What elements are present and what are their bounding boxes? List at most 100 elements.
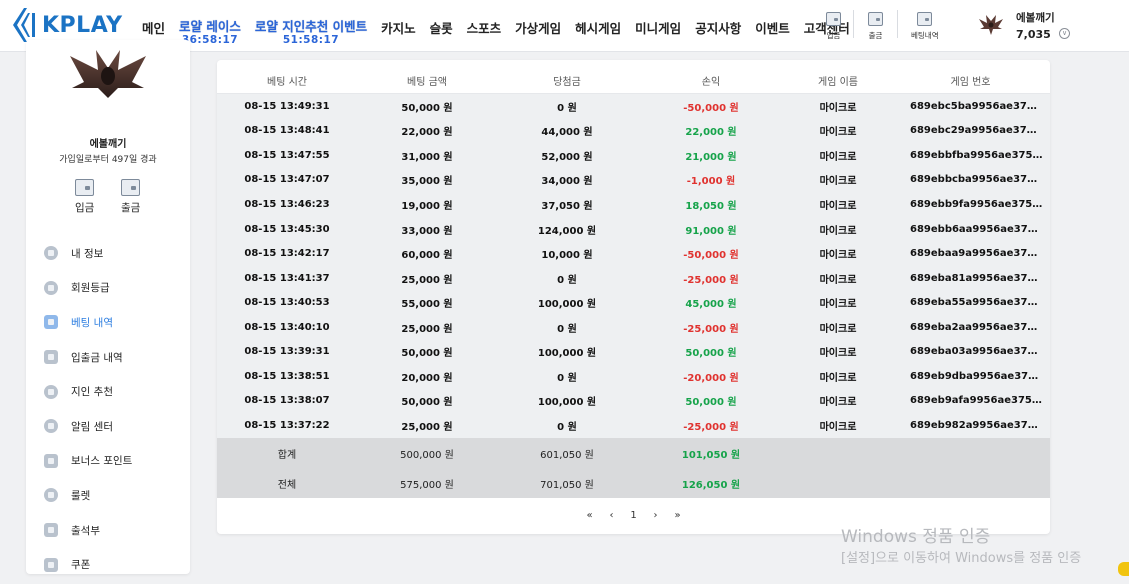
profit-loss-cell: 22,000 원 [685,127,737,139]
table-row[interactable]: 08-15 13:46:23 19,000 원 37,050 원 18,050 원 마이… [217,192,1050,217]
sidebar-menu-item[interactable]: 입출금 내역 [44,340,132,375]
table-row[interactable]: 08-15 13:45:30 33,000 원 124,000 원 91,000 원 마… [217,217,1050,242]
profit-loss-cell: 45,000 원 [685,299,737,311]
referral-icon [44,384,58,399]
sidebar-membership-days: 가입일로부터 497일 경과 [59,155,157,165]
column-header-winnings: 당첨금 [553,77,581,88]
nav-item[interactable]: 이벤트 [748,0,797,52]
nav-item[interactable]: 가상게임 [508,0,568,52]
chevron-down-icon[interactable]: ∨ [1059,28,1070,39]
nav-item[interactable]: 헤시게임 [568,0,628,52]
betting-history-icon [44,315,58,330]
nav-item[interactable]: 스포츠 [460,0,509,52]
game-id-cell: 689eba81a9956ae37… [910,272,1038,284]
sidebar-menu-label: 쿠폰 [71,559,91,572]
winnings-cell: 0 원 [557,421,577,433]
roulette-icon [44,488,58,503]
sidebar-menu-item[interactable]: 보너스 포인트 [44,444,132,479]
nav-item-label: 헤시게임 [575,21,622,36]
next-page-button[interactable]: › [645,510,667,521]
nav-item-label: 로얄 레이스 [179,19,241,34]
header-deposit-button[interactable]: 입금 [826,12,841,41]
sidebar-deposit-button[interactable]: 입금 [75,179,94,215]
game-name-cell: 마이크로 [819,274,857,286]
table-row[interactable]: 08-15 13:48:41 22,000 원 44,000 원 22,000 원 마이… [217,119,1050,144]
last-page-button[interactable]: » [667,510,689,521]
sidebar-withdraw-label: 출금 [121,202,141,214]
sidebar-menu-label: 출석부 [71,524,100,537]
nav-item-label: 메인 [142,21,166,36]
grade-icon [44,280,58,295]
sidebar-menu-item[interactable]: 지인 추천 [44,374,132,409]
table-row[interactable]: 08-15 13:40:53 55,000 원 100,000 원 45,000 원 마… [217,290,1050,315]
site-logo[interactable]: KPLAY [12,6,123,44]
profit-loss-cell: -25,000 원 [683,323,739,335]
betting-history-panel: 베팅 시간 베팅 금액 당첨금 손익 게임 이름 게임 번호 08-15 13:… [217,60,1050,534]
event-countdown-timer: 36:58:17 [181,34,239,46]
bet-time-cell: 08-15 13:38:51 [244,370,330,382]
table-row[interactable]: 08-15 13:42:17 60,000 원 10,000 원 -50,000 원 마… [217,241,1050,266]
nav-item-label: 스포츠 [466,21,502,36]
prev-page-button[interactable]: ‹ [601,510,623,521]
sidebar-menu-item[interactable]: 룰렛 [44,478,132,513]
header-betting-history-button[interactable]: 베팅내역 [911,12,939,41]
sidebar-menu-item[interactable]: 출석부 [44,513,132,548]
sidebar-menu-item[interactable]: 쿠폰 [44,547,132,582]
sidebar-menu-item[interactable]: 내 정보 [44,236,132,271]
wallet-icon [75,179,95,196]
header-withdraw-button[interactable]: 출금 [868,12,883,41]
nav-item-label: 로얄 지인추천 이벤트 [254,19,368,34]
winnings-cell: 44,000 원 [541,127,593,139]
game-name-cell: 마이크로 [819,421,857,433]
winnings-cell: 0 원 [557,102,577,114]
profit-loss-cell: 18,050 원 [685,200,737,212]
sidebar-menu-item[interactable]: 알림 센터 [44,409,132,444]
bet-amount-cell: 50,000 원 [401,397,453,409]
first-page-button[interactable]: « [579,510,601,521]
nav-item-label: 미니게임 [635,21,682,36]
floating-coin-icon[interactable] [1118,562,1129,576]
game-name-cell: 마이크로 [819,200,857,212]
sidebar-withdraw-button[interactable]: 출금 [121,179,140,215]
column-header-game-name: 게임 이름 [818,77,858,88]
nav-item[interactable]: 미니게임 [628,0,688,52]
game-id-cell: 689eba55a9956ae37… [910,297,1038,309]
bet-amount-cell: 60,000 원 [401,250,453,262]
profit-loss-cell: 21,000 원 [685,151,737,163]
table-row[interactable]: 08-15 13:37:22 25,000 원 0 원 -25,000 원 마이크로 68… [217,413,1050,438]
totals-bet-amount: 575,000 원 [400,479,454,491]
game-name-cell: 마이크로 [819,127,857,139]
nav-item[interactable]: 슬롯 [423,0,460,52]
bet-amount-cell: 35,000 원 [401,176,453,188]
table-row[interactable]: 08-15 13:40:10 25,000 원 0 원 -25,000 원 마이크로 68… [217,315,1050,340]
attendance-icon [44,523,58,538]
bet-time-cell: 08-15 13:37:22 [244,419,330,431]
profile-icon [44,246,58,261]
sidebar-menu-item[interactable]: 회원등급 [44,271,132,306]
table-row[interactable]: 08-15 13:49:31 50,000 원 0 원 -50,000 원 마이크로 68… [217,94,1050,119]
table-row[interactable]: 08-15 13:41:37 25,000 원 0 원 -25,000 원 마이크로 68… [217,266,1050,291]
table-row[interactable]: 08-15 13:47:55 31,000 원 52,000 원 21,000 원 마이… [217,143,1050,168]
table-row[interactable]: 08-15 13:47:07 35,000 원 34,000 원 -1,000 원 마이… [217,168,1050,193]
table-row[interactable]: 08-15 13:39:31 50,000 원 100,000 원 50,000 원 마… [217,339,1050,364]
nav-item[interactable]: 공지사항 [688,0,748,52]
table-body: 08-15 13:49:31 50,000 원0 원 -50,000 원 마이크로 68… [217,94,1050,438]
bet-amount-cell: 22,000 원 [401,127,453,139]
header-user-info[interactable]: 에볼깨기 7,035 ∨ [978,10,1070,41]
totals-label: 전체 [277,479,297,491]
clipboard-icon [917,12,933,26]
game-name-cell: 마이크로 [819,348,857,360]
game-id-cell: 689ebbcba9956ae37… [910,174,1038,186]
page-number-button[interactable]: 1 [623,510,645,521]
bet-time-cell: 08-15 13:46:23 [244,198,330,210]
transactions-icon [44,350,58,365]
sidebar-menu-item[interactable]: 베팅 내역 [44,305,132,340]
table-row[interactable]: 08-15 13:38:07 50,000 원 100,000 원 50,000 원 마… [217,389,1050,414]
totals-bet-amount: 500,000 원 [400,449,454,461]
nav-item[interactable]: 카지노 [374,0,423,52]
sidebar-menu-label: 내 정보 [71,247,104,260]
nav-item-label: 카지노 [381,21,416,36]
nav-item[interactable]: 로얄 지인추천 이벤트 51:58:17 [248,0,374,52]
game-name-cell: 마이크로 [819,250,857,262]
table-row[interactable]: 08-15 13:38:51 20,000 원 0 원 -20,000 원 마이크로 68… [217,364,1050,389]
